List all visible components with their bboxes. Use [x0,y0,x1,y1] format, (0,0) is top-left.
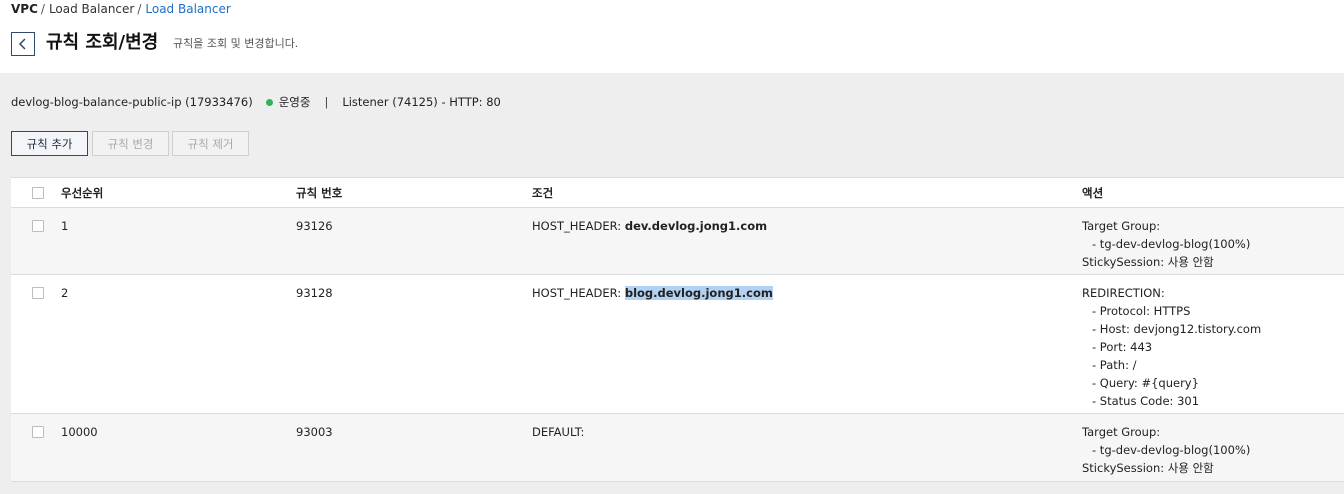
change-rule-button[interactable]: 규칙 변경 [92,131,169,156]
table-row[interactable]: 10000 93003 DEFAULT: Target Group: - tg-… [11,414,1344,482]
remove-rule-button[interactable]: 규칙 제거 [172,131,249,156]
action-line: - Query: #{query} [1092,376,1199,390]
action-line: - Protocol: HTTPS [1092,304,1191,318]
rules-table: 우선순위 규칙 번호 조건 액션 1 93126 HOST_HEADER: de… [11,177,1344,482]
action-line: Target Group: [1082,425,1161,439]
action-line: REDIRECTION: [1082,286,1165,300]
content-area: devlog-blog-balance-public-ip (17933476)… [0,73,1344,494]
column-header-action[interactable]: 액션 [1082,186,1103,200]
action-cell: REDIRECTION: - Protocol: HTTPS - Host: d… [1082,284,1261,410]
back-button[interactable] [11,32,35,56]
status-dot-icon [265,98,273,106]
table-row[interactable]: 1 93126 HOST_HEADER: dev.devlog.jong1.co… [11,208,1344,275]
action-line: Target Group: [1082,219,1161,233]
page-title: 규칙 조회/변경 [46,32,159,53]
action-line: - tg-dev-devlog-blog(100%) [1092,237,1251,251]
row-checkbox[interactable] [32,426,44,438]
action-line: StickySession: 사용 안함 [1082,461,1214,475]
breadcrumb-separator: / [40,2,45,16]
add-rule-button[interactable]: 규칙 추가 [11,131,88,156]
priority-cell: 2 [61,286,69,300]
rule-number-cell: 93128 [296,286,333,300]
table-row[interactable]: 2 93128 HOST_HEADER: blog.devlog.jong1.c… [11,275,1344,414]
breadcrumb-separator: / [137,2,142,16]
action-line: - Host: devjong12.tistory.com [1092,322,1262,336]
action-line: - Status Code: 301 [1092,394,1200,408]
status-text: 운영중 [278,95,311,109]
select-all-checkbox[interactable] [32,187,44,199]
rule-number-cell: 93126 [296,219,333,233]
condition-cell: DEFAULT: [532,423,584,441]
breadcrumb: VPC / Load Balancer / Load Balancer [11,2,231,16]
breadcrumb-current[interactable]: Load Balancer [145,2,230,16]
priority-cell: 1 [61,219,69,233]
condition-value-selected: blog.devlog.jong1.com [624,286,773,300]
chevron-left-icon [18,38,26,50]
column-header-condition[interactable]: 조건 [532,186,553,200]
condition-cell: HOST_HEADER: dev.devlog.jong1.com [532,217,767,235]
table-header: 우선순위 규칙 번호 조건 액션 [11,178,1344,208]
column-header-rule-number[interactable]: 규칙 번호 [296,186,342,200]
breadcrumb-vpc[interactable]: VPC [11,2,38,16]
condition-type: HOST_HEADER: [532,219,625,233]
info-divider: | [324,95,329,109]
action-line: - Path: / [1092,358,1137,372]
condition-type: DEFAULT: [532,425,585,439]
listener-info: Listener (74125) - HTTP: 80 [342,95,501,109]
breadcrumb-load-balancer[interactable]: Load Balancer [49,2,134,16]
page-subtitle: 규칙을 조회 및 변경합니다. [173,37,299,50]
priority-cell: 10000 [61,425,98,439]
condition-value: dev.devlog.jong1.com [624,219,768,233]
row-checkbox[interactable] [32,220,44,232]
action-line: - Port: 443 [1092,340,1153,354]
action-cell: Target Group: - tg-dev-devlog-blog(100%)… [1082,423,1250,477]
row-checkbox[interactable] [32,287,44,299]
action-line: StickySession: 사용 안함 [1082,255,1214,269]
condition-cell: HOST_HEADER: blog.devlog.jong1.com [532,284,773,302]
column-header-priority[interactable]: 우선순위 [61,186,103,200]
action-cell: Target Group: - tg-dev-devlog-blog(100%)… [1082,217,1250,271]
load-balancer-name: devlog-blog-balance-public-ip (17933476) [11,95,253,109]
condition-type: HOST_HEADER: [532,286,625,300]
rule-management-page: VPC / Load Balancer / Load Balancer 규칙 조… [0,0,1344,494]
rule-number-cell: 93003 [296,425,333,439]
action-line: - tg-dev-devlog-blog(100%) [1092,443,1251,457]
load-balancer-info: devlog-blog-balance-public-ip (17933476)… [11,95,501,109]
